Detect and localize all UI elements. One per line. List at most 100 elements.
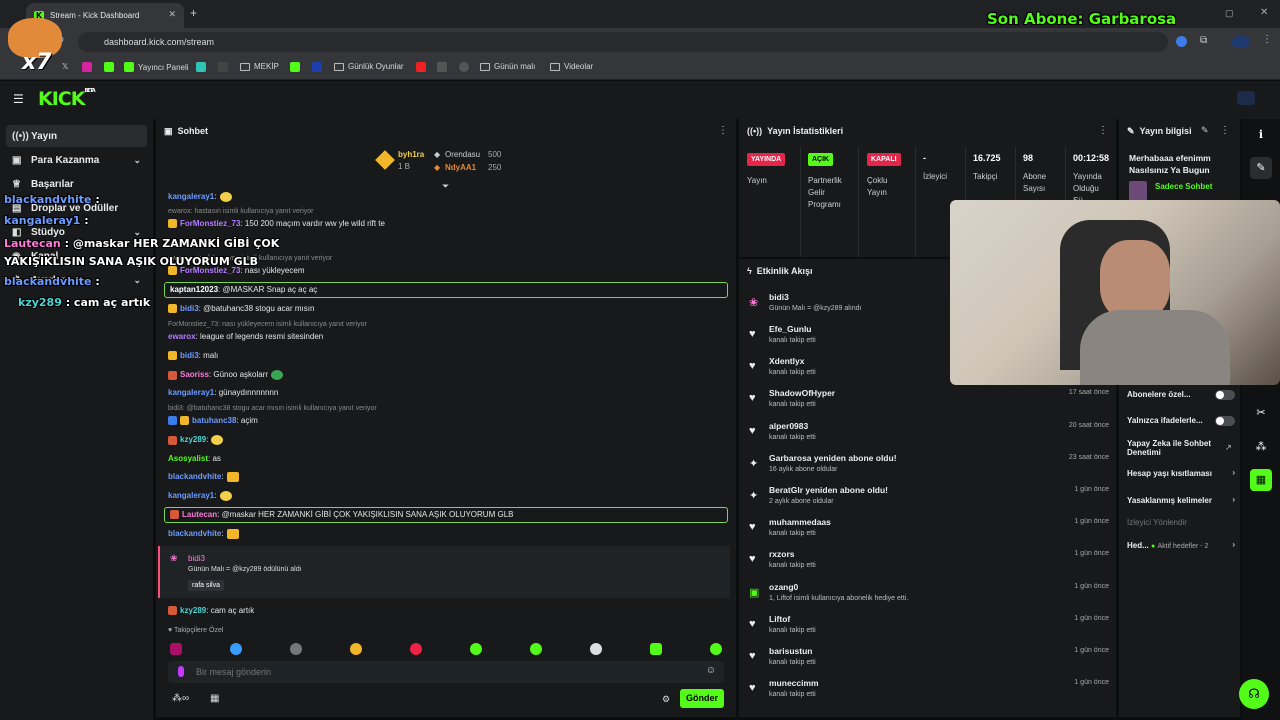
setting-goals[interactable]: Hed... ● Aktif hedefler - 2 ›: [1127, 540, 1235, 550]
edit-icon[interactable]: ✎: [1201, 125, 1209, 136]
kick-bookmark-icon[interactable]: [104, 62, 114, 72]
youtube-bookmark-icon[interactable]: [416, 62, 426, 72]
emote-5[interactable]: [410, 643, 422, 655]
followers-only-notice: ♥ Takipçilere Özel: [168, 627, 224, 634]
sidebar-item-basarilar[interactable]: ♕ Başarılar: [6, 173, 147, 195]
star-icon: ✦: [749, 458, 759, 470]
stat-subs-value: 98: [1023, 153, 1034, 163]
bookmark-yayinci-paneli[interactable]: Yayıncı Paneli: [124, 62, 189, 72]
category-tag[interactable]: Sadece Sohbet: [1155, 182, 1212, 191]
setting-raid[interactable]: İzleyici Yönlendir: [1127, 518, 1235, 527]
chat-tools-icon[interactable]: ⁂∞: [172, 693, 189, 704]
chevron-right-icon: ›: [1232, 540, 1235, 549]
emote-7[interactable]: [530, 643, 542, 655]
mic-icon[interactable]: [178, 666, 184, 677]
emote-10[interactable]: [710, 643, 722, 655]
emote-1[interactable]: [170, 643, 182, 655]
overlay-chat-line: blackandvhite :: [4, 193, 100, 206]
heart-icon: ♥: [749, 618, 756, 630]
setting-ai-moderation[interactable]: Yapay Zeka ile Sohbet Denetimi: [1127, 439, 1223, 457]
rank2-diamond-icon: ◆: [434, 150, 441, 159]
emote-6[interactable]: [470, 643, 482, 655]
window-close-icon[interactable]: ✕: [1260, 7, 1268, 18]
reward-note: rafa silva: [188, 580, 225, 591]
activity-item: ♥ muhammedaas kanalı takip etti 1 gün önce: [749, 517, 1109, 537]
extensions-puzzle-icon[interactable]: ⧉: [1200, 35, 1207, 46]
rank2-amount: 500: [488, 150, 502, 159]
bookmark-videolar[interactable]: Videolar: [550, 62, 593, 71]
tab-close-icon[interactable]: ✕: [168, 9, 176, 20]
toggle-switch[interactable]: [1215, 390, 1235, 400]
emote-9[interactable]: [650, 643, 662, 655]
kick-bookmark-icon-2[interactable]: [290, 62, 300, 72]
streamer-body: [1080, 310, 1230, 385]
chat-message: bidi3: malı: [168, 351, 218, 361]
emote-4[interactable]: [350, 643, 362, 655]
browser-menu-icon[interactable]: ⋮: [1262, 34, 1272, 45]
stats-menu-icon[interactable]: ⋮: [1098, 125, 1108, 136]
send-button[interactable]: Gönder: [680, 689, 724, 708]
setting-emotes-only[interactable]: Yalnızca ifadelerle...: [1127, 416, 1235, 426]
globe-bookmark-icon[interactable]: [459, 62, 469, 72]
wrench-rail-icon[interactable]: ✂: [1250, 402, 1272, 424]
instagram-bookmark-icon[interactable]: [82, 62, 92, 72]
reward-text: Günün Malı = @kzy289 ödülünü aldı: [188, 566, 302, 573]
highlighted-message: kaptan12023: @MASKAR Snap aç aç aç: [164, 282, 728, 298]
url-field[interactable]: dashboard.kick.com/stream: [78, 32, 1168, 52]
chat-message: kzy289:: [168, 435, 224, 445]
user-avatar[interactable]: [1237, 91, 1255, 105]
sidebar-item-yayin[interactable]: ((•)) Yayın: [6, 125, 147, 147]
emote-2[interactable]: [230, 643, 242, 655]
toggle-switch[interactable]: [1215, 416, 1235, 426]
kick-logo[interactable]: KICKBETA: [38, 88, 96, 110]
sidebar-item-para-kazanma[interactable]: ▣ Para Kazanma ⌄: [6, 149, 147, 171]
rank1-amount: 1 B: [398, 162, 411, 171]
profile-avatar[interactable]: [1232, 36, 1250, 48]
emote-3[interactable]: [290, 643, 302, 655]
hamburger-menu-icon[interactable]: ☰: [13, 92, 24, 106]
image-bookmark-icon[interactable]: [437, 62, 447, 72]
stat-label-partnerlik: Partnerlik Gelir Programı: [808, 176, 842, 209]
clapper-icon[interactable]: ▦: [1250, 469, 1272, 491]
bookmark-gunluk-oyunlar[interactable]: Günlük Oyunlar: [334, 62, 404, 71]
bookmark-app-icon[interactable]: [196, 62, 206, 72]
support-headset-icon[interactable]: ☊: [1239, 679, 1269, 709]
chat-settings-icon[interactable]: ⚙: [662, 694, 670, 705]
heart-icon: ♥: [749, 360, 756, 372]
streamer-head: [1100, 240, 1170, 320]
pencil-icon[interactable]: ✎: [1250, 157, 1272, 179]
chat-panel: ▣ Sohbet ⋮ byh1ra 1 B ◆ Orendasu 500 ◆ N…: [156, 119, 736, 717]
overlay-chat-line: blackandvhite :: [4, 275, 100, 288]
bookmark-blue-icon[interactable]: [312, 62, 322, 72]
stream-title: Merhabaaa efenimm Nasılsınız Ya Bugun: [1129, 153, 1211, 175]
chat-input[interactable]: [196, 664, 696, 680]
chat-message: kangaleray1: günaydınnnnnnn: [168, 388, 279, 397]
chat-menu-icon[interactable]: ⋮: [718, 125, 728, 136]
chat-input-box[interactable]: ☺: [168, 661, 724, 683]
maximize-icon[interactable]: ▢: [1225, 8, 1234, 19]
stat-viewers-value: -: [923, 153, 926, 163]
chevron-down-icon: ⌄: [133, 274, 141, 285]
chat-reply: bidi3: @batuhanc38 stogu acar mısın isim…: [168, 405, 377, 412]
setting-subs-only[interactable]: Abonelere özel...: [1127, 390, 1235, 400]
new-tab-icon[interactable]: +: [190, 6, 197, 20]
store-icon[interactable]: ▦: [210, 693, 219, 704]
bookmark-gunun-mali[interactable]: Günün malı: [480, 62, 535, 71]
rank3-diamond-icon: ◆: [434, 163, 441, 172]
users-icon[interactable]: ⁂: [1250, 436, 1272, 458]
chat-message: kangaleray1:: [168, 491, 232, 501]
expand-pinned-icon[interactable]: ⏷: [442, 181, 449, 192]
overlay-chat-line: Lautecan : @maskar HER ZAMANKİ GİBİ ÇOK …: [4, 237, 280, 268]
bookmark-play-icon[interactable]: [218, 62, 228, 72]
extension-icon[interactable]: [1176, 36, 1187, 47]
setting-account-age[interactable]: Hesap yaşı kısıtlaması ›: [1127, 468, 1235, 478]
emote-8[interactable]: [590, 643, 602, 655]
chat-reply: ewarox: hastasın isimli kullanıcıya yanı…: [168, 208, 314, 215]
emoji-icon[interactable]: ☺: [706, 665, 716, 676]
setting-banned-words[interactable]: Yasaklanmış kelimeler ›: [1127, 495, 1235, 505]
bookmark-mekip[interactable]: MEKİP: [240, 62, 279, 71]
stat-label-coklu: Çoklu Yayın: [867, 176, 888, 197]
info-icon[interactable]: ℹ: [1250, 124, 1272, 146]
heart-icon: ♥: [749, 682, 756, 694]
stream-info-menu-icon[interactable]: ⋮: [1220, 125, 1230, 136]
